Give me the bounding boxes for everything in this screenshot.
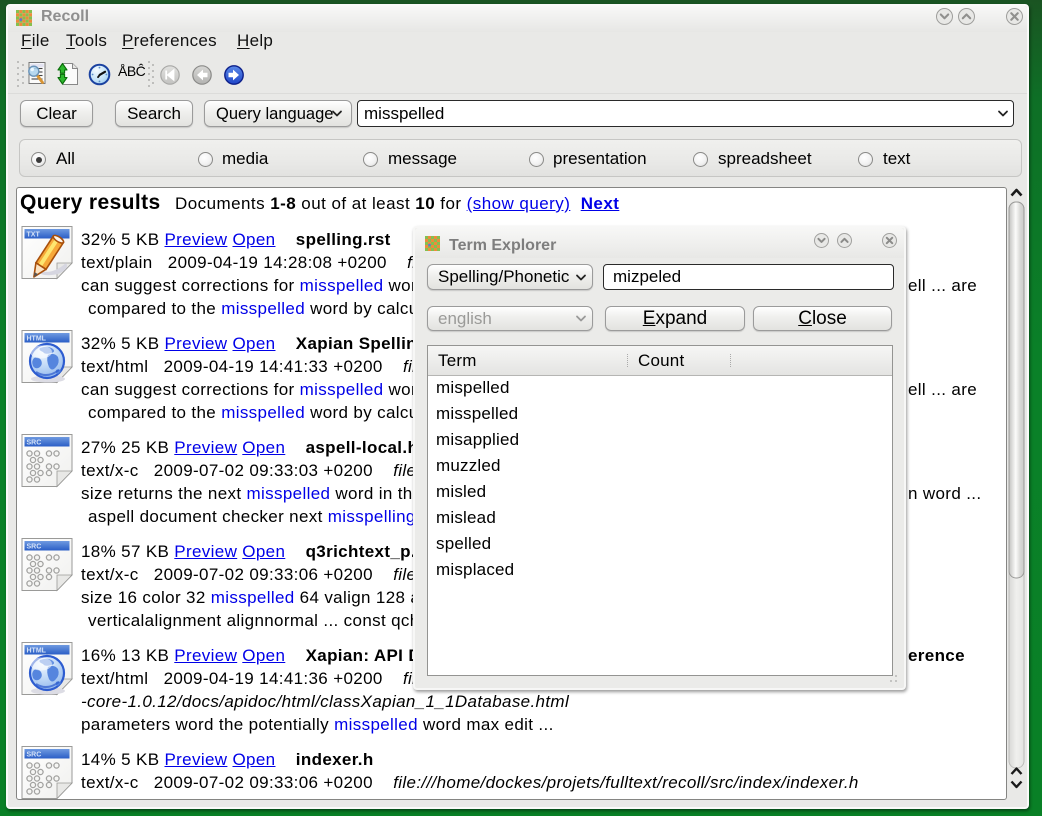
svg-text:SRC: SRC: [27, 440, 42, 447]
svg-text:HTML: HTML: [27, 336, 47, 343]
svg-text:TXT: TXT: [27, 232, 41, 239]
svg-text:SRC: SRC: [27, 544, 42, 551]
svg-text:HTML: HTML: [27, 648, 47, 655]
svg-text:SRC: SRC: [27, 752, 42, 759]
